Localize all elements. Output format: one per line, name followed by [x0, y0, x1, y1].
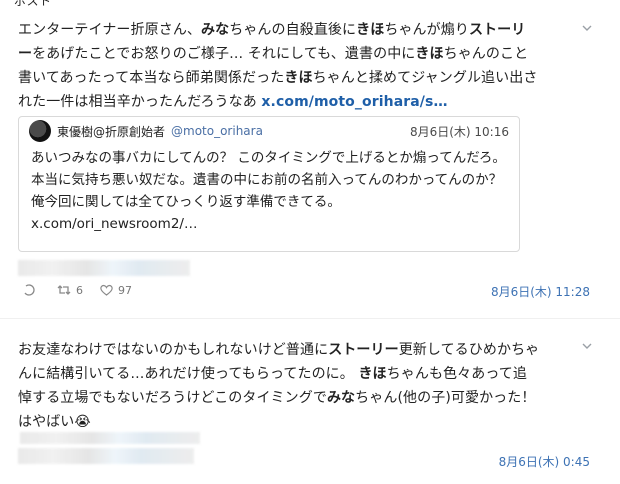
reply-icon	[24, 284, 35, 296]
reply-button[interactable]	[22, 283, 40, 297]
like-count: 97	[118, 283, 132, 297]
blurred-content	[20, 432, 200, 444]
highlight-keyword: きほ	[415, 46, 444, 62]
like-button[interactable]: 97	[99, 283, 132, 297]
crying-emoji-icon: 😭	[74, 414, 91, 430]
quoted-post-header: 東優樹@折原創始者 @moto_orihara 8月6日(木) 10:16	[19, 117, 519, 145]
quoted-post-text: あいつみなの事バカにしてんの？ このタイミングで上げるとか煽ってんだろ。 本当に…	[31, 150, 506, 210]
action-bar: 6 97	[22, 283, 148, 297]
blurred-content	[18, 260, 190, 276]
quoted-post-body: あいつみなの事バカにしてんの？ このタイミングで上げるとか煽ってんだろ。 本当に…	[19, 145, 519, 243]
text-segment: をあげたことでお怒りのご様子… それにしても、遺書の中に	[32, 46, 416, 62]
quoted-post-time: 8月6日(木) 10:16	[409, 124, 509, 139]
chevron-down-icon[interactable]	[580, 338, 594, 352]
post-timestamp[interactable]: 8月6日(木) 0:45	[499, 453, 590, 470]
text-segment: ちゃんが煽り	[384, 22, 469, 38]
chevron-down-icon[interactable]	[580, 20, 594, 34]
blurred-content	[18, 448, 194, 464]
highlight-keyword: ストーリー	[328, 342, 399, 358]
highlight-keyword: みな	[201, 22, 230, 38]
quoted-author-name: 東優樹@折原創始者	[57, 124, 166, 139]
retweet-icon	[57, 285, 71, 295]
post-text: エンターテイナー折原さん、みなちゃんの自殺直後にきほちゃんが煽りストーリーをあげ…	[18, 18, 538, 114]
text-segment: ちゃんの自殺直後に	[229, 22, 357, 38]
header-fragment: ポスト	[14, 0, 52, 8]
divider	[0, 318, 620, 319]
heart-icon	[100, 284, 113, 296]
quoted-author-handle[interactable]: @moto_orihara	[171, 124, 263, 138]
post-timestamp[interactable]: 8月6日(木) 11:28	[491, 283, 590, 300]
post-link[interactable]: x.com/moto_orihara/s…	[261, 94, 447, 110]
text-segment: エンターテイナー折原さん、	[18, 22, 202, 38]
highlight-keyword: きほ	[284, 70, 313, 86]
quoted-post-link[interactable]: x.com/ori_newsroom2/…	[31, 213, 507, 235]
text-segment: お友達なわけではないのかもしれないけど普通に	[18, 342, 329, 358]
retweet-button[interactable]: 6	[56, 283, 83, 297]
highlight-keyword: みな	[326, 390, 356, 406]
avatar[interactable]	[29, 120, 51, 142]
highlight-keyword: きほ	[358, 366, 387, 382]
post-item[interactable]: エンターテイナー折原さん、みなちゃんの自殺直後にきほちゃんが煽りストーリーをあげ…	[18, 18, 594, 308]
retweet-count: 6	[76, 283, 83, 297]
highlight-keyword: きほ	[356, 22, 385, 38]
post-text: お友達なわけではないのかもしれないけど普通にストーリー更新してるひめかちゃんに結…	[18, 338, 540, 434]
quoted-post-card[interactable]: 東優樹@折原創始者 @moto_orihara 8月6日(木) 10:16 あい…	[18, 116, 520, 252]
